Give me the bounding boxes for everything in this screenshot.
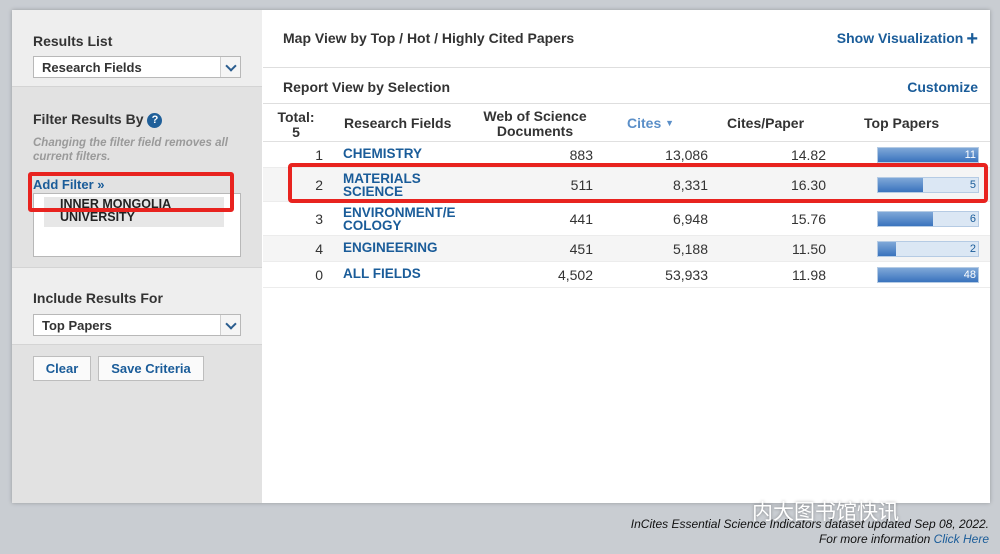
more-info-note: For more information Click Here: [819, 532, 989, 546]
show-visualization-label: Show Visualization: [836, 30, 964, 46]
top-papers-fill: [878, 212, 933, 226]
top-papers-fill: [878, 148, 978, 162]
report-view-title: Report View by Selection: [283, 79, 451, 95]
field-link[interactable]: CHEMISTRY: [343, 147, 473, 161]
report-view-bar: Report View by Selection Customize: [263, 68, 990, 104]
results-list-selected: Research Fields: [42, 60, 142, 75]
clear-button[interactable]: Clear: [33, 356, 91, 381]
include-selected: Top Papers: [42, 318, 112, 333]
cpp-value: 15.76: [790, 211, 826, 227]
highlight-box-filter: [28, 172, 234, 212]
table-row: 0 ALL FIELDS 4,502 53,933 11.98 48: [263, 262, 990, 288]
field-link[interactable]: ENVIRONMENT/E COLOGY: [343, 206, 473, 233]
chevron-down-icon[interactable]: [220, 57, 240, 77]
cpp-value: 11.50: [792, 241, 826, 257]
top-papers-bar[interactable]: 11: [877, 147, 979, 163]
save-criteria-button[interactable]: Save Criteria: [98, 356, 204, 381]
top-papers-fill: [878, 242, 896, 256]
more-info-text: For more information: [818, 532, 931, 546]
field-link[interactable]: ENGINEERING: [343, 241, 473, 255]
top-papers-count: 2: [969, 243, 976, 255]
results-list-section: Results List Research Fields: [12, 10, 262, 86]
top-papers-bar[interactable]: 48: [877, 267, 979, 283]
watermark-text: 内大图书馆快讯: [752, 501, 899, 524]
total-label: Total:: [277, 109, 315, 125]
map-view-bar: Map View by Top / Hot / Highly Cited Pap…: [263, 10, 990, 68]
include-select[interactable]: Top Papers: [33, 314, 241, 336]
filter-note: Changing the filter field removes all cu…: [33, 137, 228, 163]
row-index: 3: [315, 211, 323, 227]
top-papers-count: 11: [964, 149, 976, 161]
filter-heading: Filter Results By?: [33, 111, 163, 128]
docs-value: 441: [569, 211, 593, 227]
top-papers-bar[interactable]: 2: [877, 241, 979, 257]
row-index: 0: [315, 267, 323, 283]
cites-per-paper-header[interactable]: Cites/Paper: [727, 116, 804, 131]
docs-value: 883: [569, 147, 593, 163]
wos-documents-header[interactable]: Web of Science Documents: [475, 109, 595, 139]
cites-value: 13,086: [665, 147, 708, 163]
sort-down-icon[interactable]: ▼: [665, 118, 674, 128]
total-header: Total: 5: [276, 110, 316, 140]
cites-value: 53,933: [665, 267, 708, 283]
row-index: 1: [315, 147, 323, 163]
table-row: 3 ENVIRONMENT/E COLOGY 441 6,948 15.76 6: [263, 202, 990, 236]
map-view-title: Map View by Top / Hot / Highly Cited Pap…: [283, 30, 575, 46]
docs-header-line2: Documents: [496, 123, 574, 139]
app-window: Results List Research Fields Filter Resu…: [12, 10, 990, 503]
chevron-down-icon[interactable]: [220, 315, 240, 335]
top-papers-count: 48: [963, 269, 976, 281]
highlight-box-row: [288, 163, 988, 203]
filter-heading-text: Filter Results By: [33, 111, 144, 127]
docs-value: 451: [569, 241, 593, 257]
cites-header-label: Cites: [627, 115, 662, 131]
show-visualization-link[interactable]: Show Visualization +: [836, 29, 978, 49]
cites-value: 5,188: [672, 241, 708, 257]
plus-icon[interactable]: +: [966, 29, 978, 49]
results-list-select[interactable]: Research Fields: [33, 56, 241, 78]
docs-value: 4,502: [557, 267, 593, 283]
cpp-value: 14.82: [790, 147, 826, 163]
field-link[interactable]: ALL FIELDS: [343, 267, 473, 281]
cites-header[interactable]: Cites ▼: [627, 116, 674, 131]
click-here-link[interactable]: Click Here: [934, 532, 989, 546]
sidebar: Results List Research Fields Filter Resu…: [12, 10, 262, 503]
top-papers-bar[interactable]: 6: [877, 211, 979, 227]
cites-value: 6,948: [672, 211, 708, 227]
results-list-heading: Results List: [33, 33, 113, 49]
total-count: 5: [292, 124, 300, 140]
top-papers-header[interactable]: Top Papers: [864, 116, 939, 131]
cpp-value: 11.98: [792, 267, 826, 283]
docs-header-line1: Web of Science: [483, 108, 587, 124]
row-index: 4: [315, 241, 323, 257]
research-fields-header[interactable]: Research Fields: [344, 116, 451, 131]
help-icon[interactable]: ?: [147, 113, 163, 128]
customize-link[interactable]: Customize: [907, 79, 978, 95]
include-heading: Include Results For: [33, 290, 163, 306]
table-header: Total: 5 Research Fields Web of Science …: [263, 104, 990, 142]
table-row: 4 ENGINEERING 451 5,188 11.50 2: [263, 236, 990, 262]
main-panel: Map View by Top / Hot / Highly Cited Pap…: [263, 10, 990, 503]
include-section: Include Results For Top Papers: [12, 268, 262, 344]
top-papers-count: 6: [969, 213, 976, 225]
